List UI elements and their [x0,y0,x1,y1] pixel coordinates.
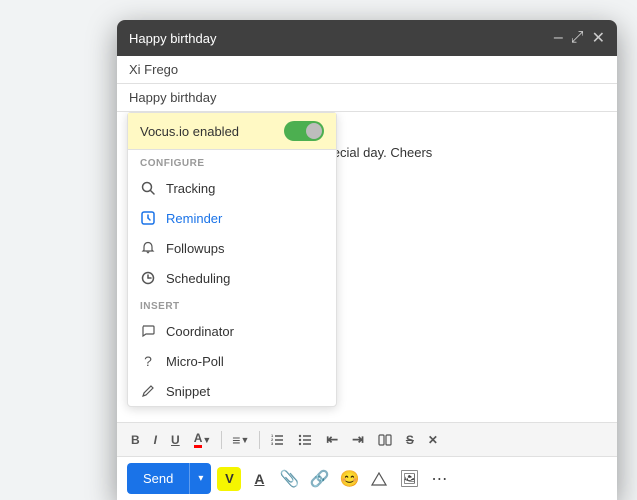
pencil-icon [140,383,156,399]
toggle-track [284,121,324,141]
subject-field[interactable]: Happy birthday [117,84,617,111]
menu-item-reminder[interactable]: Reminder [128,203,336,233]
insert-section-label: INSERT [128,293,336,316]
menu-item-micro-poll[interactable]: ? Micro-Poll [128,346,336,376]
scheduling-label: Scheduling [166,271,230,286]
toolbar-divider-1 [221,431,222,449]
link-button[interactable]: 🔗 [307,467,331,491]
compose-fields: Xi Frego Happy birthday [117,56,617,112]
to-value: Xi Frego [129,62,178,77]
bell-icon [140,240,156,256]
vocus-button[interactable]: V [217,467,241,491]
search-icon [140,180,156,196]
vocus-dropdown: Vocus.io enabled CONFIGURE [127,112,337,407]
unordered-list-button[interactable] [292,429,318,451]
ordered-list-button[interactable]: 1 2 3 [264,429,290,451]
drive-button[interactable] [367,467,391,491]
toggle-thumb [306,123,322,139]
clock-icon [140,270,156,286]
coordinator-label: Coordinator [166,324,234,339]
font-color-button[interactable]: A ▼ [188,427,218,452]
font-color-bottom-button[interactable]: A [247,467,271,491]
strikethrough-button[interactable]: S [400,429,420,451]
menu-item-tracking[interactable]: Tracking [128,173,336,203]
menu-item-followups[interactable]: Followups [128,233,336,263]
reminder-label: Reminder [166,211,222,226]
align-button[interactable]: ≡ ▼ [226,428,255,452]
compose-header: Happy birthday – ⤢ ✕ [117,20,617,56]
tracking-label: Tracking [166,181,215,196]
compose-window: Happy birthday – ⤢ ✕ Xi Frego Happy birt… [117,20,617,500]
italic-button[interactable]: I [148,429,163,451]
to-field[interactable]: Xi Frego [117,56,617,84]
close-button[interactable]: ✕ [592,28,605,48]
bold-button[interactable]: B [125,429,146,451]
gmail-background: Happy birthday – ⤢ ✕ Xi Frego Happy birt… [0,0,637,500]
indent-decrease-button[interactable]: ⇤ [320,427,344,452]
attach-button[interactable]: 📎 [277,467,301,491]
remove-format-button[interactable]: ✕ [422,429,444,451]
send-options-button[interactable]: ▾ [189,463,211,494]
chat-icon [140,323,156,339]
timer-icon [140,210,156,226]
menu-item-snippet[interactable]: Snippet [128,376,336,406]
more-options-button[interactable]: ⋯ [427,467,451,491]
maximize-button[interactable]: ⤢ [571,29,584,47]
send-button[interactable]: Send [127,463,189,494]
send-group: Send ▾ [127,463,211,494]
compose-title: Happy birthday [129,31,216,46]
micro-poll-label: Micro-Poll [166,354,224,369]
snippet-label: Snippet [166,384,210,399]
quote-button[interactable] [372,429,398,451]
compose-toolbar: B I U A ▼ ≡ ▼ 1 2 3 [117,422,617,456]
minimize-button[interactable]: – [554,29,563,47]
vocus-v-icon: V [217,467,241,491]
vocus-toggle[interactable] [284,121,324,141]
configure-section-label: CONFIGURE [128,150,336,173]
svg-text:3: 3 [271,441,274,446]
indent-increase-button[interactable]: ⇥ [346,427,370,452]
photo-button[interactable]: 🖼 [397,467,421,491]
underline-button[interactable]: U [165,429,186,451]
vocus-enabled-bar: Vocus.io enabled [128,113,336,150]
subject-value: Happy birthday [129,90,216,105]
compose-bottom: Send ▾ V A 📎 🔗 😊 🖼 ⋯ [117,456,617,500]
compose-header-actions: – ⤢ ✕ [554,28,605,48]
menu-item-scheduling[interactable]: Scheduling [128,263,336,293]
question-icon: ? [140,353,156,369]
menu-item-coordinator[interactable]: Coordinator [128,316,336,346]
emoji-button[interactable]: 😊 [337,467,361,491]
vocus-enabled-label: Vocus.io enabled [140,124,239,139]
toolbar-divider-2 [259,431,260,449]
compose-body[interactable]: Hey Xi Wishing you a good one on your sp… [117,112,617,422]
followups-label: Followups [166,241,225,256]
